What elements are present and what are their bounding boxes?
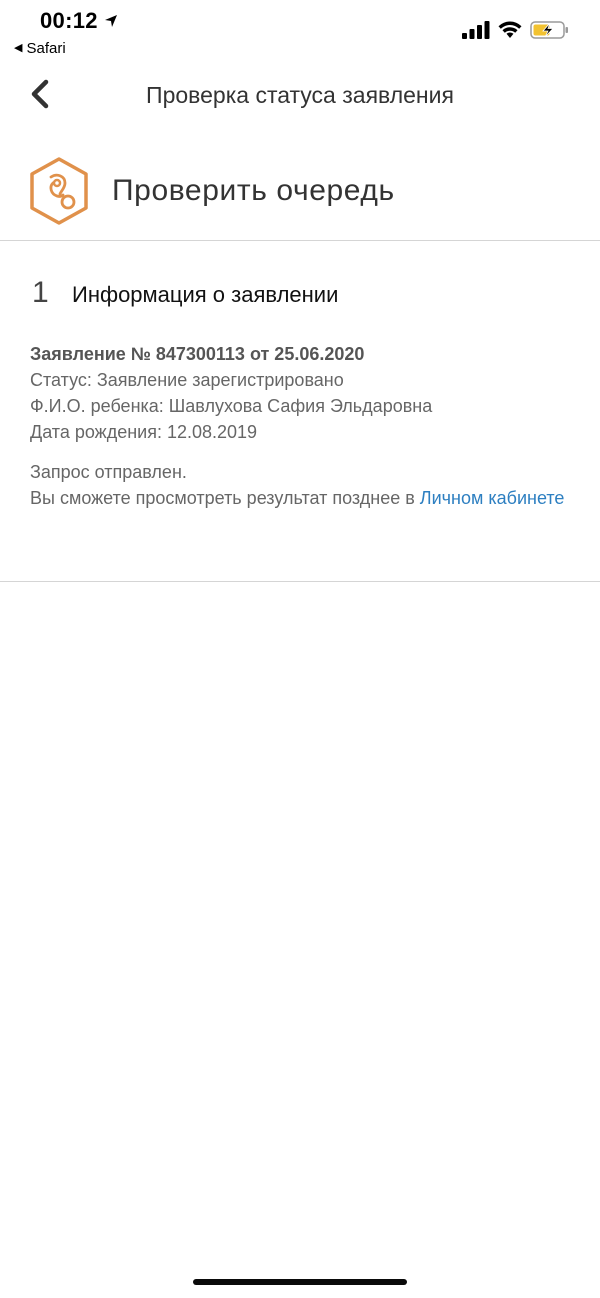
notice-result: Вы сможете просмотреть результат позднее… bbox=[30, 485, 575, 511]
birth-date: Дата рождения: 12.08.2019 bbox=[30, 422, 258, 442]
status-icons bbox=[462, 20, 570, 40]
home-indicator[interactable] bbox=[193, 1279, 407, 1285]
signal-icon bbox=[462, 21, 490, 39]
battery-charging-icon bbox=[530, 20, 570, 40]
notice-sent: Запрос отправлен. bbox=[30, 462, 187, 482]
location-arrow-icon bbox=[104, 14, 118, 28]
application-status: Статус: Заявление зарегистрировано bbox=[30, 370, 344, 390]
application-info-section: 1 Информация о заявлении Заявление № 847… bbox=[0, 241, 600, 582]
wifi-icon bbox=[498, 21, 522, 39]
step-number: 1 bbox=[32, 276, 49, 309]
application-title: Заявление № 847300113 от 25.06.2020 bbox=[30, 344, 365, 364]
back-app-label: Safari bbox=[26, 40, 66, 57]
status-time: 00:12 bbox=[40, 8, 98, 33]
pacifier-hexagon-icon bbox=[27, 156, 91, 226]
notice-result-text: Вы сможете просмотреть результат позднее… bbox=[30, 488, 420, 508]
status-bar: 00:12 ◀ Safari bbox=[0, 0, 600, 66]
service-header: Проверить очередь bbox=[0, 148, 600, 241]
request-notice: Запрос отправлен. Вы сможете просмотреть… bbox=[30, 459, 575, 511]
personal-cabinet-link[interactable]: Личном кабинете bbox=[420, 488, 565, 508]
page-title: Проверка статуса заявления bbox=[146, 82, 454, 108]
section-title: Информация о заявлении bbox=[72, 282, 339, 307]
status-time-group: 00:12 bbox=[40, 8, 118, 34]
back-to-app-link[interactable]: ◀ Safari bbox=[14, 40, 66, 57]
application-details: Заявление № 847300113 от 25.06.2020 Стат… bbox=[30, 341, 570, 445]
service-title: Проверить очередь bbox=[112, 174, 395, 207]
section-heading: 1 Информация о заявлении bbox=[32, 276, 338, 310]
back-triangle-icon: ◀ bbox=[14, 42, 23, 54]
nav-bar: Проверка статуса заявления bbox=[0, 66, 600, 128]
child-name: Ф.И.О. ребенка: Шавлухова Сафия Эльдаров… bbox=[30, 396, 433, 416]
